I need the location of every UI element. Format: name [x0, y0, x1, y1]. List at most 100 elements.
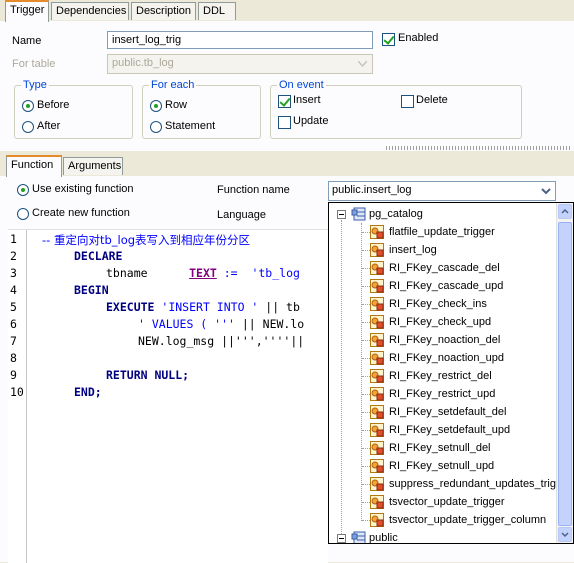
tree-function-item[interactable]: RI_FKey_noaction_upd	[389, 349, 504, 367]
dropdown-scrollbar[interactable]	[556, 203, 573, 543]
language-label: Language	[217, 209, 266, 221]
tree-function-item[interactable]: RI_FKey_noaction_del	[389, 331, 500, 349]
function-icon	[370, 333, 384, 347]
use-existing-function-radio[interactable]	[17, 184, 29, 196]
main-tab-bar: Trigger Dependencies Description DDL	[0, 0, 574, 22]
update-checkbox[interactable]	[278, 116, 291, 129]
statement-radio[interactable]	[150, 121, 162, 133]
tab-ddl[interactable]: DDL	[198, 2, 236, 20]
enabled-checkbox[interactable]	[382, 33, 395, 46]
after-label: After	[37, 120, 61, 132]
scroll-up-button[interactable]	[558, 204, 572, 219]
statement-label: Statement	[165, 120, 216, 132]
function-icon	[370, 441, 384, 455]
on-event-group-legend: On event	[277, 79, 326, 91]
insert-label: Insert	[293, 94, 321, 106]
tree-line	[362, 448, 370, 449]
tree-function-item[interactable]: tsvector_update_trigger	[389, 493, 505, 511]
tree-schema-public[interactable]: public	[369, 529, 398, 543]
for-each-group: For each Row Statement	[142, 79, 261, 139]
function-icon	[370, 351, 384, 365]
before-radio[interactable]	[22, 100, 34, 112]
function-icon	[370, 225, 384, 239]
tree-function-item[interactable]: flatfile_update_trigger	[389, 223, 495, 241]
name-input[interactable]: insert_log_trig	[107, 31, 373, 49]
tab-trigger[interactable]: Trigger	[5, 0, 49, 22]
code-token: EXECUTE	[106, 300, 155, 314]
code-token: ' VALUES ( '''	[138, 317, 235, 331]
code-token: || tb	[265, 300, 300, 314]
before-label: Before	[37, 99, 70, 111]
code-editor[interactable]: 1 2 3 4 5 6 7 8 9 10 -- 重定向对tb_log表写入到相应…	[8, 229, 328, 563]
table-select: public.tb_log	[107, 54, 373, 74]
tree-line	[362, 322, 370, 323]
tree-function-item[interactable]: RI_FKey_restrict_upd	[389, 385, 495, 403]
tree-line	[362, 340, 370, 341]
line-number: 2	[10, 249, 17, 263]
splitter-grip[interactable]	[386, 146, 572, 150]
code-line-6: ' VALUES ( ''' || NEW.lo	[138, 317, 304, 331]
create-new-function-radio[interactable]	[17, 208, 29, 220]
collapse-icon[interactable]	[337, 210, 346, 219]
tree-function-item[interactable]: RI_FKey_setdefault_upd	[389, 421, 510, 439]
enabled-label: Enabled	[398, 32, 439, 44]
collapse-icon[interactable]	[337, 534, 346, 543]
function-icon	[370, 513, 384, 527]
delete-checkbox[interactable]	[401, 95, 414, 108]
update-label: Update	[293, 115, 329, 127]
line-number: 1	[10, 232, 17, 246]
code-line-4: BEGIN	[74, 283, 109, 297]
code-line-9: RETURN NULL;	[106, 368, 190, 382]
tree-line	[362, 412, 370, 413]
tree-schema-pg-catalog[interactable]: pg_catalog	[369, 205, 423, 223]
function-tab-bar: Function Arguments	[0, 155, 574, 177]
tree-function-item[interactable]: RI_FKey_cascade_upd	[389, 277, 503, 295]
code-line-2: DECLARE	[74, 249, 123, 263]
chevron-down-icon	[541, 188, 551, 195]
table-select-value: public.tb_log	[112, 57, 174, 69]
function-icon	[370, 369, 384, 383]
line-number: 8	[10, 351, 17, 365]
line-number: 6	[10, 317, 17, 331]
function-icon	[370, 261, 384, 275]
insert-checkbox[interactable]	[278, 95, 291, 108]
function-name-combo[interactable]: public.insert_log	[328, 181, 556, 201]
tree-function-item[interactable]: RI_FKey_check_ins	[389, 295, 487, 313]
tab-description[interactable]: Description	[131, 2, 196, 20]
tree-function-item[interactable]: RI_FKey_restrict_del	[389, 367, 492, 385]
tree-line	[362, 268, 370, 269]
tree-function-item[interactable]: tsvector_update_trigger_column	[389, 511, 546, 529]
tree-function-item[interactable]: RI_FKey_cascade_del	[389, 259, 500, 277]
tree-line	[362, 466, 370, 467]
tree-function-item[interactable]: suppress_redundant_updates_trigger	[389, 475, 572, 493]
after-radio[interactable]	[22, 121, 34, 133]
tab-dependencies[interactable]: Dependencies	[51, 2, 129, 20]
code-token: 'tb_log	[251, 266, 300, 280]
tree-function-item[interactable]: RI_FKey_setdefault_del	[389, 403, 506, 421]
tree-line	[362, 304, 370, 305]
tree-line	[362, 358, 370, 359]
scroll-down-button[interactable]	[558, 527, 572, 542]
function-name-label: Function name	[217, 184, 290, 196]
line-number: 10	[10, 385, 24, 399]
create-new-function-label: Create new function	[32, 207, 130, 219]
tree-line	[362, 250, 370, 251]
tab-arguments[interactable]: Arguments	[63, 157, 123, 175]
line-gutter: 1 2 3 4 5 6 7 8 9 10	[8, 230, 27, 563]
tree-line	[362, 502, 370, 503]
line-number: 4	[10, 283, 17, 297]
tree-function-item[interactable]: RI_FKey_setnull_upd	[389, 457, 494, 475]
tree-function-item[interactable]: RI_FKey_check_upd	[389, 313, 491, 331]
tree-line	[362, 394, 370, 395]
line-number: 7	[10, 334, 17, 348]
tab-function[interactable]: Function	[6, 155, 62, 177]
function-name-dropdown-button[interactable]	[538, 183, 554, 199]
function-name-value: public.insert_log	[332, 184, 412, 196]
scroll-thumb[interactable]	[558, 222, 572, 526]
function-dropdown-list[interactable]: pg_catalog flatfile_update_trigger insert…	[328, 202, 574, 544]
code-token: TEXT	[189, 266, 217, 280]
tree-function-item[interactable]: RI_FKey_setnull_del	[389, 439, 491, 457]
function-icon	[370, 495, 384, 509]
row-radio[interactable]	[150, 100, 162, 112]
tree-function-item[interactable]: insert_log	[389, 241, 437, 259]
